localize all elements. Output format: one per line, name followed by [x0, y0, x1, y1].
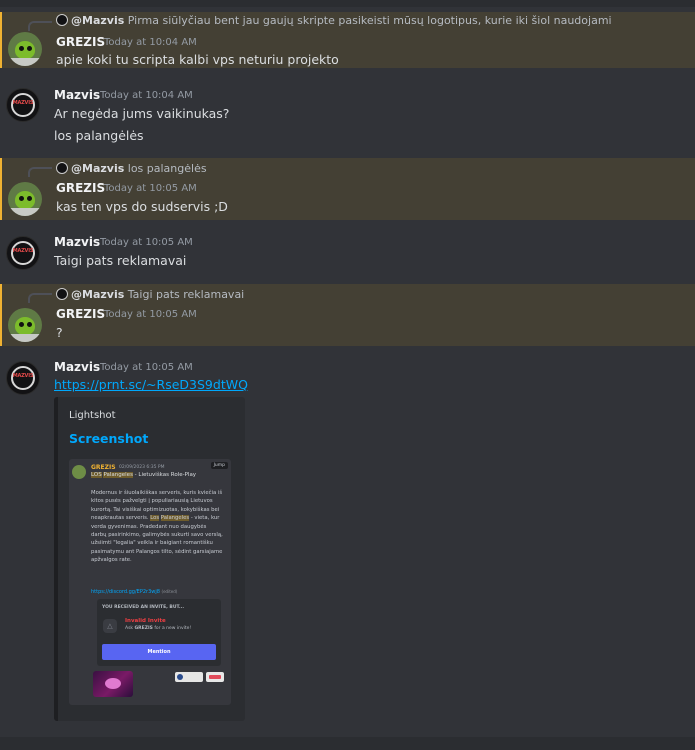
avatar[interactable]: MAZVIS: [6, 236, 40, 270]
reply-author[interactable]: @Mazvis: [71, 162, 124, 175]
message-text-line-1: Ar negėda jums vaikinukas?: [54, 106, 230, 121]
embed-image-avatar: [72, 465, 86, 479]
timestamp: Today at 10:04 AM: [104, 37, 197, 48]
username[interactable]: Mazvis: [54, 88, 100, 102]
embed-image-paragraph: Modernus ir šiuolaikiškas serveris, kuri…: [91, 490, 223, 564]
embed-image-date: 02/09/2023 6:35 PM: [119, 464, 165, 470]
avatar[interactable]: MAZVIS: [6, 361, 40, 395]
message-mazvis-2[interactable]: MAZVIS Mazvis Today at 10:05 AM Taigi pa…: [0, 230, 695, 278]
reply-preview[interactable]: @Mazvis Pirma siūlyčiau bent jau gaujų s…: [56, 14, 612, 27]
invite-header: YOU RECEIVED AN INVITE, BUT...: [102, 605, 185, 610]
avatar[interactable]: [8, 182, 42, 216]
avatar[interactable]: [8, 308, 42, 342]
embed-image-invite-card: YOU RECEIVED AN INVITE, BUT... △ Invalid…: [97, 599, 221, 666]
reply-avatar-icon: [56, 14, 68, 26]
invite-subtitle: Ask GREZIS for a new invite!: [125, 626, 192, 631]
reply-preview[interactable]: @Mazvis Taigi pats reklamavai: [56, 288, 244, 301]
invite-mention-button: Mention: [102, 644, 216, 660]
invite-title: Invalid Invite: [125, 618, 166, 624]
timestamp: Today at 10:05 AM: [104, 309, 197, 320]
username[interactable]: Mazvis: [54, 360, 100, 374]
embed-image[interactable]: GREZIS 02/09/2023 6:35 PM Jump LOS Palan…: [69, 459, 231, 705]
invite-broken-icon: △: [103, 619, 117, 633]
reply-author[interactable]: @Mazvis: [71, 288, 124, 301]
link-embed: Lightshot Screenshot GREZIS 02/09/2023 6…: [54, 397, 245, 721]
message-text-line-2: los palangėlės: [54, 128, 144, 143]
embed-image-thumbnail: [93, 671, 133, 697]
timestamp: Today at 10:05 AM: [104, 183, 197, 194]
avatar[interactable]: MAZVIS: [6, 88, 40, 122]
username[interactable]: GREZIS: [56, 181, 105, 195]
reply-text: los palangėlės: [127, 162, 207, 175]
message-text: Taigi pats reklamavai: [54, 253, 187, 268]
reply-avatar-icon: [56, 162, 68, 174]
reply-author[interactable]: @Mazvis: [71, 14, 124, 27]
screenshot-link[interactable]: https://prnt.sc/~RseD3S9dtWQ: [54, 377, 248, 392]
avatar[interactable]: [8, 32, 42, 66]
embed-image-jump: Jump: [210, 462, 228, 469]
message-text: kas ten vps do sudservis ;D: [56, 199, 228, 214]
timestamp: Today at 10:05 AM: [100, 237, 193, 248]
embed-title[interactable]: Screenshot: [69, 431, 148, 446]
reply-text: Pirma siūlyčiau bent jau gaujų skripte p…: [127, 14, 612, 27]
reply-text: Taigi pats reklamavai: [127, 288, 245, 301]
embed-provider[interactable]: Lightshot: [69, 410, 116, 421]
top-strip: [0, 0, 695, 7]
username[interactable]: Mazvis: [54, 235, 100, 249]
embed-image-invite-link: https://discord.gg/EP2r3wj8 (edited): [91, 589, 178, 595]
embed-image-author: GREZIS: [91, 464, 116, 471]
username[interactable]: GREZIS: [56, 35, 105, 49]
timestamp: Today at 10:04 AM: [100, 90, 193, 101]
reply-avatar-icon: [56, 288, 68, 300]
message-grezis-2[interactable]: @Mazvis los palangėlės GREZIS Today at 1…: [0, 158, 695, 220]
message-grezis-1[interactable]: @Mazvis Pirma siūlyčiau bent jau gaujų s…: [0, 12, 695, 68]
message-text: ?: [56, 325, 63, 340]
reply-connector: [28, 293, 52, 303]
embed-image-badge: [175, 672, 203, 682]
message-mazvis-1[interactable]: MAZVIS Mazvis Today at 10:04 AM Ar negėd…: [0, 82, 695, 148]
reply-connector: [28, 21, 52, 31]
reply-connector: [28, 167, 52, 177]
bottom-strip: [0, 737, 695, 750]
embed-image-badge-2: [206, 672, 224, 682]
message-text: apie koki tu scripta kalbi vps neturiu p…: [56, 52, 339, 67]
reply-preview[interactable]: @Mazvis los palangėlės: [56, 162, 207, 175]
username[interactable]: GREZIS: [56, 307, 105, 321]
timestamp: Today at 10:05 AM: [100, 362, 193, 373]
embed-image-heading: LOS Palangeles - Lietuviškas Role-Play: [91, 472, 197, 478]
message-grezis-3[interactable]: @Mazvis Taigi pats reklamavai GREZIS Tod…: [0, 284, 695, 346]
